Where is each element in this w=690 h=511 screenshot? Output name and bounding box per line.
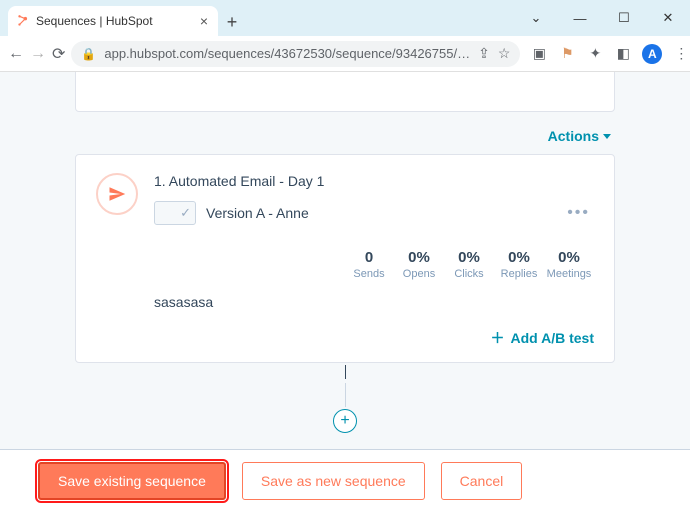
stats-row: 0 Sends 0% Opens 0% Clicks 0% Replies (154, 249, 594, 280)
tab-title: Sequences | HubSpot (36, 14, 192, 28)
stat-clicks: 0% Clicks (444, 249, 494, 280)
save-existing-button[interactable]: Save existing sequence (38, 462, 226, 500)
kebab-menu-icon[interactable]: ⋮ (672, 45, 690, 62)
chevron-down-icon[interactable]: ⌄ (514, 10, 558, 26)
browser-toolbar: ← → ⟳ 🔒 app.hubspot.com/sequences/436725… (0, 36, 690, 72)
share-icon[interactable]: ⇪ (478, 45, 490, 62)
step-title: 1. Automated Email - Day 1 (154, 173, 594, 189)
sequence-step-card: 1. Automated Email - Day 1 ✓ Version A -… (75, 154, 615, 363)
extension-icon-2[interactable]: ⚑ (558, 45, 576, 62)
minimize-button[interactable]: — (558, 11, 602, 26)
check-icon: ✓ (180, 205, 191, 221)
browser-tab[interactable]: Sequences | HubSpot × (8, 6, 218, 36)
extensions-menu-icon[interactable]: ✦ (586, 45, 604, 62)
version-row: ✓ Version A - Anne ••• (154, 201, 594, 225)
star-icon[interactable]: ☆ (498, 45, 511, 62)
lock-icon: 🔒 (81, 47, 96, 61)
tab-close-icon[interactable]: × (198, 13, 210, 29)
insertion-cursor (345, 365, 346, 379)
automated-email-icon (96, 173, 138, 215)
address-bar[interactable]: 🔒 app.hubspot.com/sequences/43672530/seq… (71, 41, 520, 67)
browser-titlebar: Sequences | HubSpot × + ⌄ — ☐ ✕ (0, 0, 690, 36)
hubspot-favicon (16, 14, 30, 28)
actions-dropdown[interactable]: Actions (548, 128, 611, 144)
version-label: Version A - Anne (206, 205, 309, 221)
version-toggle[interactable]: ✓ (154, 201, 196, 225)
connector-line (345, 383, 346, 407)
close-window-button[interactable]: ✕ (646, 10, 690, 26)
cancel-button[interactable]: Cancel (441, 462, 523, 500)
window-controls: ⌄ — ☐ ✕ (514, 0, 690, 36)
stat-replies: 0% Replies (494, 249, 544, 280)
add-ab-test-button[interactable]: ＋ Add A/B test (491, 328, 594, 348)
footer-bar: Save existing sequence Save as new seque… (0, 449, 690, 511)
back-button[interactable]: ← (8, 45, 24, 63)
reload-button[interactable]: ⟳ (52, 44, 65, 64)
profile-avatar[interactable]: A (642, 44, 662, 64)
page-content: Actions 1. Automated Email - Day 1 ✓ Ver… (0, 72, 690, 449)
caret-down-icon (603, 134, 611, 139)
new-tab-button[interactable]: + (218, 8, 246, 36)
save-new-button[interactable]: Save as new sequence (242, 462, 425, 500)
stat-meetings: 0% Meetings (544, 249, 594, 280)
forward-button[interactable]: → (30, 45, 46, 63)
previous-step-card[interactable] (75, 72, 615, 112)
maximize-button[interactable]: ☐ (602, 10, 646, 26)
email-body-preview: sasasasa (154, 294, 594, 310)
add-ab-test-label: Add A/B test (511, 330, 594, 346)
extension-icon-3[interactable]: ◧ (614, 45, 632, 62)
plus-icon: ＋ (491, 328, 505, 348)
actions-label: Actions (548, 128, 599, 144)
url-text: app.hubspot.com/sequences/43672530/seque… (104, 46, 470, 61)
add-step-button[interactable]: + (333, 409, 357, 433)
extension-icon-1[interactable]: ▣ (530, 45, 548, 62)
more-options-icon[interactable]: ••• (567, 204, 594, 222)
stat-sends: 0 Sends (344, 249, 394, 280)
stat-opens: 0% Opens (394, 249, 444, 280)
